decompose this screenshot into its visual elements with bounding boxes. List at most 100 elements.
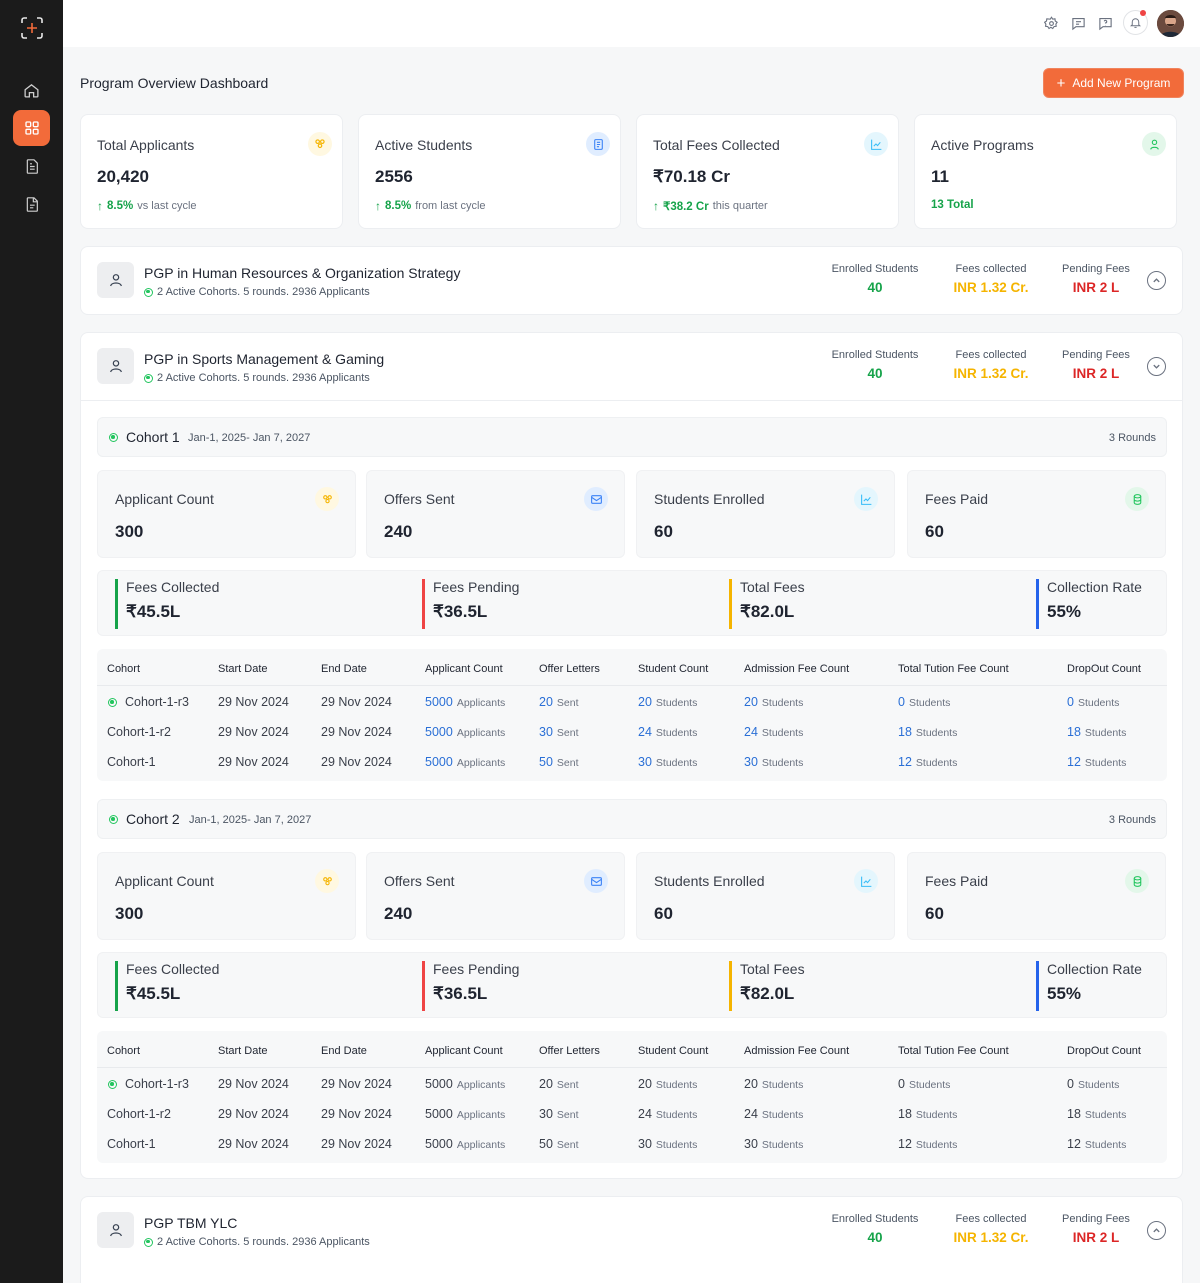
stat-delta: ↑ 8.5% vs last cycle bbox=[97, 199, 197, 213]
arrow-up-icon: ↑ bbox=[375, 199, 381, 213]
help-icon[interactable] bbox=[1096, 14, 1114, 32]
cell-unit: Students bbox=[761, 1109, 804, 1121]
status-dot-icon bbox=[144, 287, 153, 297]
cell-value: 18 bbox=[898, 725, 912, 739]
table-cell: 0 Students bbox=[898, 1077, 950, 1091]
add-new-program-button[interactable]: + Add New Program bbox=[1043, 68, 1184, 98]
table-cell: 30 Students bbox=[638, 1137, 697, 1151]
fee-value: ₹45.5L bbox=[126, 984, 181, 1003]
stat-label: Active Programs bbox=[931, 137, 1034, 153]
table-cell[interactable]: Cohort-1-r2 bbox=[107, 1107, 171, 1121]
divider bbox=[97, 1067, 1167, 1068]
program-card[interactable]: PGP TBM YLC 2 Active Cohorts. 5 rounds. … bbox=[80, 1196, 1183, 1283]
metric-label: Fees collected bbox=[955, 349, 1027, 361]
metric-value: INR 1.32 Cr. bbox=[953, 1230, 1029, 1245]
cell-value: 12 bbox=[898, 1137, 912, 1151]
table-cell: 5000 Applicants bbox=[425, 1077, 505, 1091]
table-cell: 30 Sent bbox=[539, 1107, 579, 1121]
logo-icon[interactable] bbox=[19, 15, 45, 41]
chat-icon[interactable] bbox=[1069, 14, 1087, 32]
table-cell[interactable]: Cohort-1-r3 bbox=[125, 695, 189, 709]
file-icon[interactable] bbox=[13, 186, 50, 222]
cell-unit: Students bbox=[761, 697, 804, 709]
cohort-table: Cohort Start Date End Date Applicant Count O… bbox=[97, 1031, 1167, 1163]
user-icon bbox=[97, 348, 134, 384]
metric-label: Pending Fees bbox=[1062, 349, 1130, 361]
fee-label: Fees Pending bbox=[433, 961, 520, 977]
mini-value: 300 bbox=[115, 904, 144, 923]
cell-value: 30 bbox=[744, 1137, 758, 1151]
stat-delta-suffix: vs last cycle bbox=[137, 200, 197, 212]
cell-unit: Students bbox=[1084, 757, 1127, 769]
status-dot-icon bbox=[108, 698, 117, 707]
avatar[interactable] bbox=[1157, 10, 1184, 37]
chevron-down-icon[interactable] bbox=[1147, 357, 1166, 376]
mail-icon bbox=[584, 487, 608, 511]
cell-value: 12 bbox=[1067, 755, 1081, 769]
table-cell[interactable]: Cohort-1-r3 bbox=[125, 1077, 189, 1091]
table-cell: 30 Students bbox=[744, 755, 803, 769]
cell-value: 0 bbox=[898, 1077, 905, 1091]
mini-card-offers-sent: Offers Sent 240 bbox=[366, 852, 625, 940]
metric-value: INR 2 L bbox=[1072, 366, 1120, 381]
program-header: PGP in Sports Management & Gaming 2 Acti… bbox=[81, 333, 1182, 401]
metric-label: Enrolled Students bbox=[831, 263, 919, 275]
cohort-header[interactable]: Cohort 2 Jan-1, 2025- Jan 7, 2027 3 Roun… bbox=[97, 799, 1167, 839]
stat-label: Total Applicants bbox=[97, 137, 195, 153]
mini-label: Students Enrolled bbox=[654, 873, 765, 889]
grid-icon[interactable] bbox=[13, 110, 50, 146]
home-icon[interactable] bbox=[13, 72, 50, 108]
cell-unit: Students bbox=[1084, 1109, 1127, 1121]
chevron-up-icon[interactable] bbox=[1147, 1221, 1166, 1240]
cohort-header[interactable]: Cohort 1 Jan-1, 2025- Jan 7, 2027 3 Roun… bbox=[97, 417, 1167, 457]
table-cell: 12 Students bbox=[898, 1137, 957, 1151]
column-header: Start Date bbox=[218, 663, 268, 675]
column-header: Total Tution Fee Count bbox=[898, 663, 1009, 675]
table-cell[interactable]: Cohort-1 bbox=[107, 1137, 156, 1151]
plus-icon: + bbox=[1056, 74, 1066, 92]
column-header: Cohort bbox=[107, 663, 141, 675]
table-cell: 18 Students bbox=[898, 1107, 957, 1121]
add-button-label: Add New Program bbox=[1072, 76, 1171, 90]
cell-value: 5000 bbox=[425, 695, 453, 709]
cell-unit: Students bbox=[655, 1109, 698, 1121]
cell-unit: Students bbox=[655, 727, 698, 739]
table-cell[interactable]: Cohort-1 bbox=[107, 755, 156, 769]
table-cell: 0 Students bbox=[1067, 1077, 1119, 1091]
table-cell: 5000 Applicants bbox=[425, 695, 505, 709]
metric-label: Enrolled Students bbox=[831, 1213, 919, 1225]
settings-icon[interactable] bbox=[1042, 14, 1060, 32]
cell-value: 5000 bbox=[425, 1107, 453, 1121]
metric-label: Fees collected bbox=[955, 1213, 1027, 1225]
chevron-up-icon[interactable] bbox=[1147, 271, 1166, 290]
program-card[interactable]: PGP in Human Resources & Organization St… bbox=[80, 246, 1183, 315]
mini-card-students-enrolled: Students Enrolled 60 bbox=[636, 852, 895, 940]
fee-total: Total Fees ₹82.0L bbox=[729, 961, 805, 1011]
program-subtitle: 2 Active Cohorts. 5 rounds. 2936 Applica… bbox=[144, 372, 370, 384]
program-name: PGP TBM YLC bbox=[144, 1215, 238, 1231]
page-title: Program Overview Dashboard bbox=[80, 75, 269, 91]
mini-card-fees-paid: Fees Paid 60 bbox=[907, 852, 1166, 940]
fee-label: Fees Collected bbox=[126, 961, 220, 977]
fee-summary-row: Fees Collected ₹45.5L Fees Pending ₹36.5L … bbox=[97, 952, 1167, 1018]
program-header: PGP in Human Resources & Organization St… bbox=[81, 247, 1182, 315]
cell-value: 5000 bbox=[425, 1137, 453, 1151]
metric-label: Pending Fees bbox=[1062, 263, 1130, 275]
stat-label: Active Students bbox=[375, 137, 473, 153]
metric-value: INR 1.32 Cr. bbox=[953, 366, 1029, 381]
user-icon bbox=[97, 1212, 134, 1248]
table-cell: 0 Students bbox=[898, 695, 950, 709]
chart-icon bbox=[854, 487, 878, 511]
cell-unit: Students bbox=[1084, 1139, 1127, 1151]
pending-metric: Pending Fees INR 2 L bbox=[1059, 1213, 1133, 1245]
stat-value: 11 bbox=[931, 167, 949, 186]
fee-value: 55% bbox=[1047, 602, 1082, 621]
collected-metric: Fees collected INR 1.32 Cr. bbox=[946, 349, 1036, 381]
fee-collected: Fees Collected ₹45.5L bbox=[115, 961, 219, 1011]
notification-dot bbox=[1140, 10, 1146, 16]
table-cell[interactable]: Cohort-1-r2 bbox=[107, 725, 171, 739]
column-header: DropOut Count bbox=[1067, 663, 1141, 675]
stat-card-active-students: Active Students 2556 ↑ 8.5% from last cy… bbox=[358, 114, 621, 229]
document-icon[interactable] bbox=[13, 148, 50, 184]
stat-delta: ↑ 8.5% from last cycle bbox=[375, 199, 486, 213]
